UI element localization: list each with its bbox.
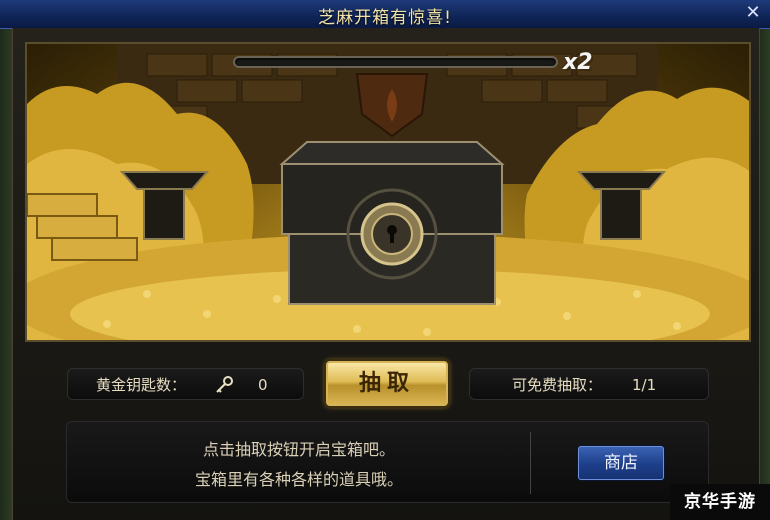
draw-button[interactable]: 抽取	[326, 361, 448, 406]
multiplier-badge: x2	[563, 50, 593, 75]
progress-bar	[233, 56, 558, 68]
shop-button[interactable]: 商店	[578, 446, 664, 480]
free-draws-counter: 可免费抽取： 1/1	[469, 368, 709, 400]
info-text-line-2: 宝箱里有各种各样的道具哦。	[194, 470, 403, 489]
free-draws-label: 可免费抽取：	[512, 376, 603, 394]
treasure-chest-icon	[279, 141, 505, 305]
title-bar: 芝麻开箱有惊喜! ✕	[0, 0, 770, 29]
left-border-decor	[0, 28, 12, 520]
free-draws-value: 1/1	[632, 376, 657, 394]
window-title: 芝麻开箱有惊喜!	[318, 8, 452, 28]
treasure-scene	[25, 42, 751, 342]
gold-keys-label: 黄金钥匙数：	[96, 376, 187, 394]
watermark: 京华手游	[670, 484, 770, 520]
info-text-line-1: 点击抽取按钮开启宝箱吧。	[202, 440, 395, 459]
info-divider	[530, 432, 531, 494]
treasure-room-illustration	[27, 44, 749, 340]
gold-keys-value: 0	[258, 376, 268, 394]
close-icon[interactable]: ✕	[744, 4, 762, 22]
key-icon	[216, 376, 233, 393]
gold-keys-counter: 黄金钥匙数： 0	[67, 368, 304, 400]
